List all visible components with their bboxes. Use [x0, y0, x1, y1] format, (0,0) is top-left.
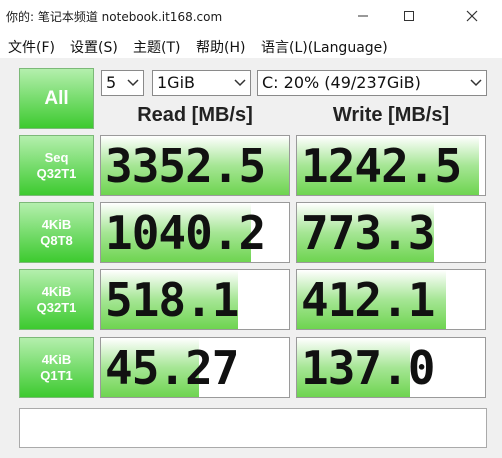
- test-label-line1: 4KiB: [41, 283, 72, 299]
- write-value: 1242.5: [301, 139, 462, 193]
- write-header: Write [MB/s]: [332, 104, 450, 126]
- menu-settings[interactable]: 设置(S): [70, 37, 118, 57]
- write-value: 137.0: [301, 341, 435, 395]
- window-title: 你的: 笔记本频道 notebook.it168.com: [6, 10, 223, 24]
- test-label-line2: Q1T1: [40, 367, 73, 383]
- write-value: 773.3: [301, 206, 435, 260]
- test-button-4kib-q8t8[interactable]: 4KiB Q8T8: [19, 202, 94, 263]
- chevron-down-icon: [127, 79, 139, 87]
- read-value: 45.27: [105, 341, 239, 395]
- maximize-icon: [404, 11, 414, 21]
- chevron-down-icon: [470, 79, 482, 87]
- test-label-line1: 4KiB: [41, 216, 72, 232]
- write-result: 412.1: [296, 269, 486, 330]
- read-header: Read [MB/s]: [137, 104, 253, 126]
- all-button[interactable]: All: [19, 68, 94, 129]
- test-size-select[interactable]: 1GiB: [152, 70, 251, 96]
- comment-field[interactable]: [19, 408, 487, 448]
- test-button-4kib-q32t1[interactable]: 4KiB Q32T1: [19, 269, 94, 330]
- drive-value: C: 20% (49/237GiB): [262, 73, 421, 92]
- drive-select[interactable]: C: 20% (49/237GiB): [257, 70, 487, 96]
- test-label-line1: Seq: [44, 149, 69, 165]
- read-value: 3352.5: [105, 139, 266, 193]
- test-count-select[interactable]: 5: [101, 70, 144, 96]
- test-size-value: 1GiB: [157, 73, 195, 92]
- minimize-icon: [358, 15, 368, 17]
- menu-theme[interactable]: 主题(T): [133, 37, 180, 57]
- test-label-line2: Q32T1: [36, 299, 77, 315]
- menu-language[interactable]: 语言(L)(Language): [261, 37, 388, 57]
- menu-bar: 文件(F) 设置(S) 主题(T) 帮助(H) 语言(L)(Language): [0, 32, 502, 58]
- read-result: 3352.5: [100, 135, 290, 196]
- write-result: 1242.5: [296, 135, 486, 196]
- read-result: 1040.2: [100, 202, 290, 263]
- read-result: 518.1: [100, 269, 290, 330]
- menu-file[interactable]: 文件(F): [8, 37, 55, 57]
- all-button-label: All: [44, 87, 69, 109]
- title-bar: 你的: 笔记本频道 notebook.it168.com: [0, 0, 502, 32]
- test-button-seq-q32t1[interactable]: Seq Q32T1: [19, 135, 94, 196]
- close-icon: [466, 10, 478, 22]
- menu-help[interactable]: 帮助(H): [196, 37, 245, 57]
- test-button-4kib-q1t1[interactable]: 4KiB Q1T1: [19, 337, 94, 398]
- test-label-line1: 4KiB: [41, 351, 72, 367]
- minimize-button[interactable]: [340, 0, 386, 32]
- write-value: 412.1: [301, 273, 435, 327]
- test-label-line2: Q8T8: [40, 232, 73, 248]
- read-result: 45.27: [100, 337, 290, 398]
- maximize-button[interactable]: [386, 0, 432, 32]
- read-value: 518.1: [105, 273, 239, 327]
- write-result: 773.3: [296, 202, 486, 263]
- test-count-value: 5: [106, 73, 117, 92]
- write-result: 137.0: [296, 337, 486, 398]
- close-button[interactable]: [449, 0, 495, 32]
- read-value: 1040.2: [105, 206, 266, 260]
- chevron-down-icon: [234, 79, 246, 87]
- test-label-line2: Q32T1: [36, 165, 77, 181]
